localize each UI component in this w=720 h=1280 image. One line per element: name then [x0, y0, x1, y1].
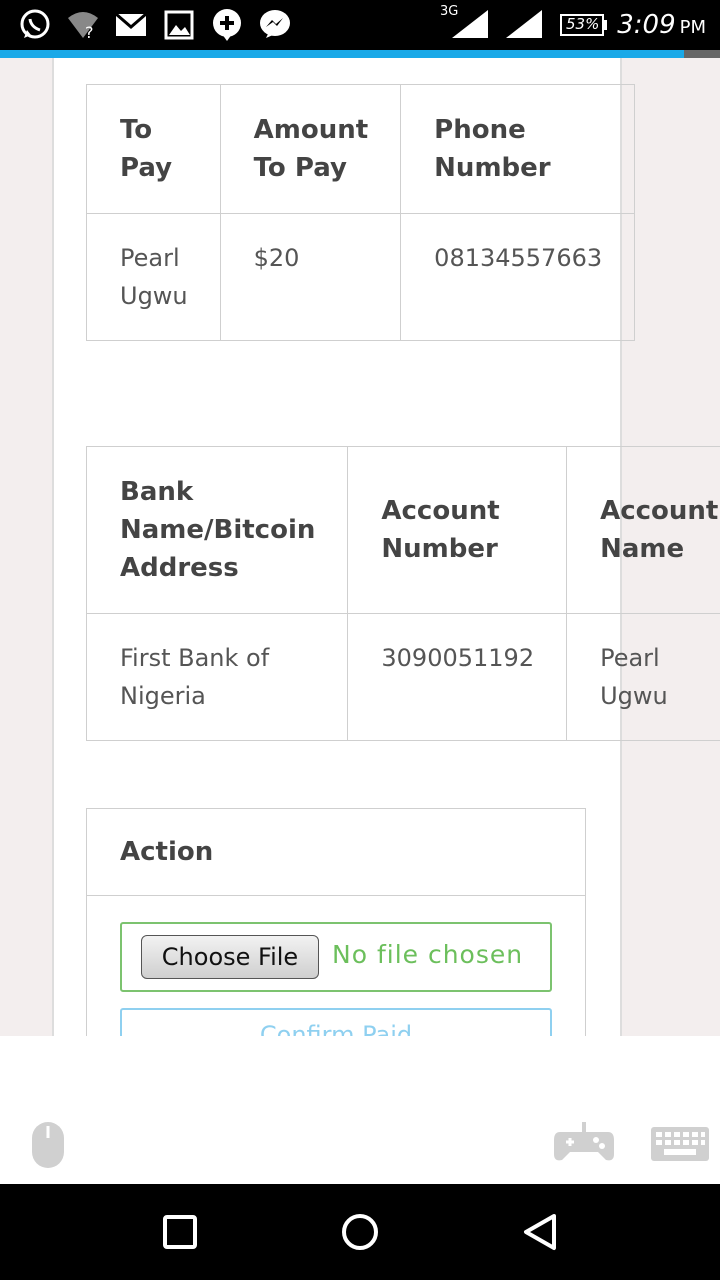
column-header: To Pay — [86, 84, 221, 214]
table-row: Pearl Ugwu $20 08134557663 — [86, 213, 636, 341]
home-icon[interactable] — [336, 1208, 384, 1256]
confirm-paid-button[interactable]: Confirm Paid — [120, 1008, 552, 1036]
whatsapp-icon — [18, 8, 52, 42]
svg-text:?: ? — [85, 23, 94, 42]
table-cell: First Bank of Nigeria — [85, 613, 349, 741]
table-header-row: To Pay Amount To Pay Phone Number — [86, 84, 636, 214]
messenger-icon — [258, 8, 292, 42]
table-cell: Pearl Ugwu — [566, 613, 720, 741]
back-icon[interactable] — [516, 1208, 564, 1256]
plus-chat-icon — [210, 8, 244, 42]
bank-details-table: Bank Name/Bitcoin Address Account Number… — [85, 446, 720, 741]
image-icon — [162, 8, 196, 42]
table-header-row: Action — [86, 808, 586, 896]
table-header-row: Bank Name/Bitcoin Address Account Number… — [85, 446, 720, 614]
column-header: Phone Number — [400, 84, 636, 214]
page-load-progress — [0, 50, 720, 58]
table-cell: $20 — [219, 213, 402, 341]
mouse-icon[interactable] — [30, 1120, 66, 1174]
column-header: Bank Name/Bitcoin Address — [85, 446, 349, 614]
column-header: Action — [86, 808, 586, 896]
recent-apps-icon[interactable] — [156, 1208, 204, 1256]
choose-file-button[interactable]: Choose File — [141, 935, 319, 979]
mail-icon — [114, 8, 148, 42]
table-row: First Bank of Nigeria 3090051192 Pearl U… — [85, 613, 720, 741]
signal-icon — [450, 8, 490, 42]
page-load-progress-fill — [0, 50, 684, 58]
column-header: Account Number — [347, 446, 568, 614]
signal-icon — [504, 8, 544, 42]
wifi-icon: ? — [66, 8, 100, 42]
file-status-text: No file chosen — [332, 940, 524, 969]
gamepad-icon[interactable] — [552, 1120, 616, 1168]
input-mode-toolbar — [0, 1036, 720, 1184]
status-bar: ? 3G 53% 3:09 PM — [0, 0, 720, 58]
payee-table: To Pay Amount To Pay Phone Number Pearl … — [86, 84, 636, 341]
table-cell: 08134557663 — [400, 213, 636, 341]
web-view[interactable]: To Pay Amount To Pay Phone Number Pearl … — [0, 58, 720, 1036]
clock: 3:09 PM — [617, 10, 706, 40]
column-header: Amount To Pay — [219, 84, 402, 214]
keyboard-icon[interactable] — [650, 1126, 710, 1166]
column-header: Account Name — [566, 446, 720, 614]
table-cell: Pearl Ugwu — [86, 213, 221, 341]
file-upload-input[interactable]: Choose File No file chosen — [120, 922, 552, 992]
table-cell: 3090051192 — [347, 613, 568, 741]
battery-level: 53% — [566, 15, 600, 33]
system-navigation-bar — [0, 1184, 720, 1280]
